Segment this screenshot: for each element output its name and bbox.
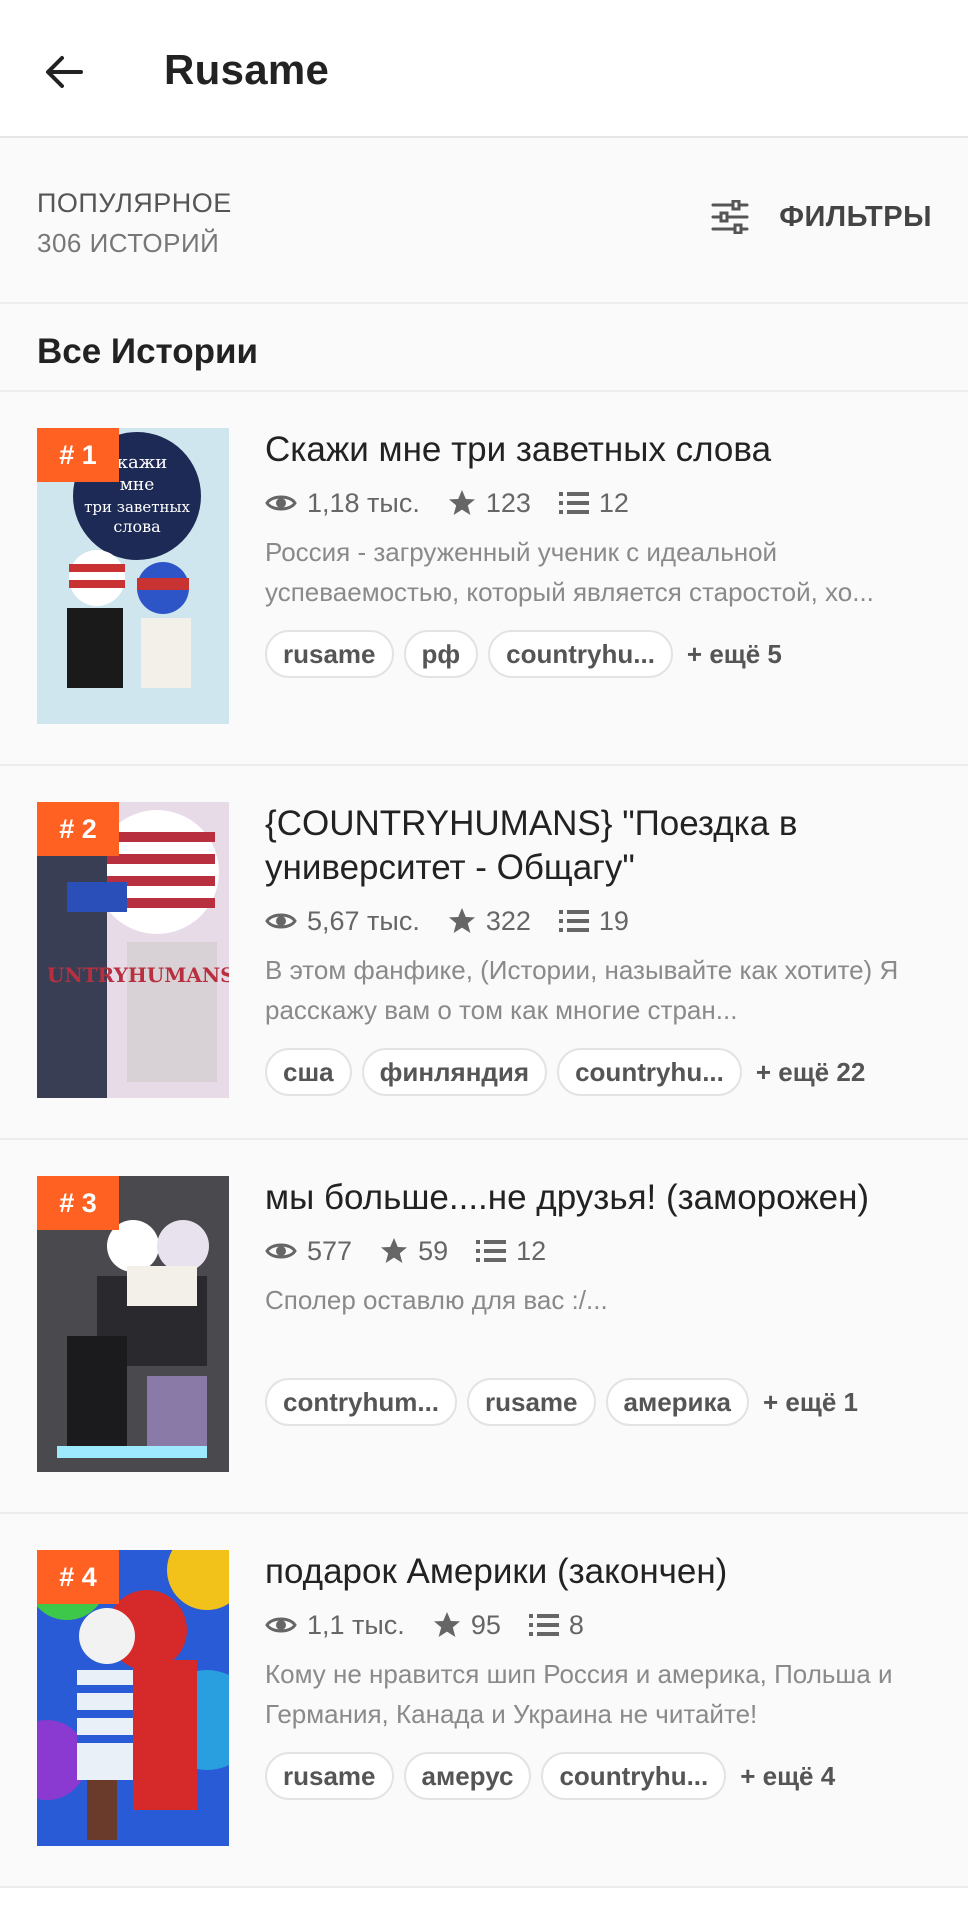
eye-icon (265, 1617, 297, 1633)
rank-badge: # 1 (37, 428, 119, 482)
star-icon (381, 1238, 408, 1263)
story-info: {COUNTRYHUMANS} "Поездка в университет -… (265, 802, 932, 1096)
section-header: Все Истории (0, 304, 968, 392)
rank-badge: # 3 (37, 1176, 119, 1230)
reads-count: 5,67 тыс. (307, 905, 420, 936)
reads-stat: 1,18 тыс. (265, 488, 420, 519)
votes-count: 322 (485, 905, 531, 936)
story-stats: 1,18 тыс. 123 12 (265, 484, 932, 522)
tag-chip[interactable]: rusame (265, 1752, 394, 1800)
reads-count: 1,1 тыс. (307, 1609, 405, 1640)
more-tags-link[interactable]: + ещё 1 (763, 1387, 858, 1418)
list-icon (528, 1614, 559, 1636)
tag-list: rusame амерус countryhu... + ещё 4 (265, 1752, 932, 1800)
story-item[interactable]: UNTRYHUMANS) # 2 {COUNTRYHUMANS} "Поездк… (0, 766, 968, 1140)
story-info: мы больше....не друзья! (заморожен) 577 … (265, 1176, 932, 1426)
votes-stat: 95 (433, 1610, 501, 1641)
story-item[interactable]: # 3 мы больше....не друзья! (заморожен) … (0, 1140, 968, 1514)
tag-chip[interactable]: contryhum... (265, 1378, 458, 1426)
parts-stat: 12 (476, 1236, 546, 1267)
sort-filter-bar: ПОПУЛЯРНОЕ 306 ИСТОРИЙ ФИЛЬТРЫ (0, 138, 968, 304)
story-description: В этом фанфике, (Истории, называйте как … (265, 955, 899, 1025)
more-tags-link[interactable]: + ещё 4 (740, 1761, 835, 1792)
tag-chip[interactable]: америка (605, 1378, 750, 1426)
eye-icon (265, 913, 297, 929)
reads-stat: 577 (265, 1236, 352, 1267)
list-icon (476, 1240, 507, 1262)
story-stats: 577 59 12 (265, 1232, 932, 1270)
parts-count: 8 (568, 1609, 584, 1640)
parts-count: 12 (516, 1235, 547, 1266)
parts-count: 12 (598, 487, 629, 518)
story-stats: 1,1 тыс. 95 8 (265, 1606, 932, 1644)
tag-chip[interactable]: countryhu... (541, 1752, 727, 1800)
story-description: Россия - загруженный ученик с идеальной … (265, 537, 874, 607)
filters-label: ФИЛЬТРЫ (779, 200, 932, 233)
votes-count: 123 (485, 487, 531, 518)
tag-chip[interactable]: финляндия (361, 1048, 548, 1096)
svg-text:мне: мне (120, 475, 155, 495)
reads-count: 577 (307, 1235, 353, 1266)
reads-stat: 1,1 тыс. (265, 1610, 405, 1641)
reads-stat: 5,67 тыс. (265, 906, 420, 937)
reads-count: 1,18 тыс. (307, 487, 420, 518)
page-title: Rusame (164, 46, 330, 93)
more-tags-link[interactable]: + ещё 5 (687, 639, 782, 670)
tag-chip[interactable]: рф (403, 630, 479, 678)
svg-text:слова: слова (113, 517, 161, 536)
tag-chip[interactable]: rusame (265, 630, 394, 678)
app-bar: Rusame (0, 0, 968, 138)
story-count: 306 ИСТОРИЙ (37, 228, 220, 258)
story-info: Скажи мне три заветных слова 1,18 тыс. 1… (265, 428, 932, 678)
eye-icon (265, 1243, 297, 1259)
star-icon (448, 490, 475, 515)
tag-list: contryhum... rusame америка + ещё 1 (265, 1378, 932, 1426)
star-icon (433, 1612, 460, 1637)
filters-button[interactable]: ФИЛЬТРЫ (711, 192, 932, 242)
list-icon (558, 910, 589, 932)
svg-text:UNTRYHUMANS): UNTRYHUMANS) (47, 963, 229, 987)
sort-label[interactable]: ПОПУЛЯРНОЕ (37, 188, 232, 219)
story-title[interactable]: {COUNTRYHUMANS} "Поездка в университет -… (265, 802, 932, 890)
parts-count: 19 (598, 905, 629, 936)
votes-stat: 59 (380, 1236, 448, 1267)
tag-chip[interactable]: countryhu... (557, 1048, 742, 1096)
svg-text:три заветных: три заветных (84, 498, 190, 516)
back-button[interactable] (38, 46, 90, 98)
story-title[interactable]: подарок Америки (закончен) (265, 1550, 932, 1594)
story-title[interactable]: мы больше....не друзья! (заморожен) (265, 1176, 932, 1220)
votes-count: 95 (470, 1609, 501, 1640)
tag-chip[interactable]: rusame (467, 1378, 596, 1426)
sliders-icon (711, 200, 749, 234)
story-info: подарок Америки (закончен) 1,1 тыс. 95 8… (265, 1550, 932, 1800)
votes-stat: 123 (448, 488, 531, 519)
rank-badge: # 2 (37, 802, 119, 856)
tag-chip[interactable]: амерус (403, 1752, 532, 1800)
story-description: Сполер оставлю для вас :/... (265, 1285, 608, 1315)
tag-chip[interactable]: countryhu... (488, 630, 673, 678)
rank-badge: # 4 (37, 1550, 119, 1604)
story-item[interactable]: # 4 подарок Америки (закончен) 1,1 тыс. … (0, 1514, 968, 1888)
list-icon (558, 492, 589, 514)
tag-list: rusame рф countryhu... + ещё 5 (265, 630, 932, 678)
story-description: Кому не нравится шип Россия и америка, П… (265, 1659, 893, 1729)
story-stats: 5,67 тыс. 322 19 (265, 902, 932, 940)
story-title[interactable]: Скажи мне три заветных слова (265, 428, 932, 472)
tag-chip[interactable]: сша (265, 1048, 352, 1096)
tag-list: сша финляндия countryhu... + ещё 22 (265, 1048, 932, 1096)
votes-count: 59 (418, 1235, 449, 1266)
parts-stat: 8 (528, 1609, 584, 1641)
star-icon (448, 908, 475, 933)
parts-stat: 19 (558, 905, 629, 937)
eye-icon (265, 495, 297, 511)
story-list: скажи мне три заветных слова # 1 Скажи м… (0, 392, 968, 1888)
more-tags-link[interactable]: + ещё 22 (756, 1057, 865, 1088)
arrow-left-icon (46, 56, 83, 88)
section-title: Все Истории (37, 332, 259, 371)
story-item[interactable]: скажи мне три заветных слова # 1 Скажи м… (0, 392, 968, 766)
votes-stat: 322 (448, 906, 531, 937)
parts-stat: 12 (558, 487, 629, 519)
